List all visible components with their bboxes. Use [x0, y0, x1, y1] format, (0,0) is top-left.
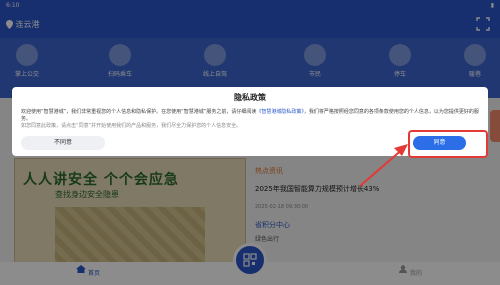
dialog-body: 欢迎使用“智慧港城”，我们非常重视您的个人信息和隐私保护。在您使用“智慧港城”服…	[21, 109, 481, 130]
pointer-arrow-icon	[359, 144, 408, 187]
dialog-title: 隐私政策	[234, 93, 266, 102]
dialog-text-1: 欢迎使用“智慧港城”，我们非常重视您的个人信息和隐私保护。在您使用“智慧港城”服…	[21, 109, 257, 115]
agree-highlight-box	[408, 130, 488, 158]
privacy-policy-link[interactable]: 《智慧港城隐私政策》	[256, 109, 304, 115]
dialog-text-3: 如您同意此政策，请点击“同意”并开始使用我们的产品和服务，我们尽全力保护您的个人…	[21, 123, 242, 129]
decline-button[interactable]: 不同意	[21, 136, 105, 150]
